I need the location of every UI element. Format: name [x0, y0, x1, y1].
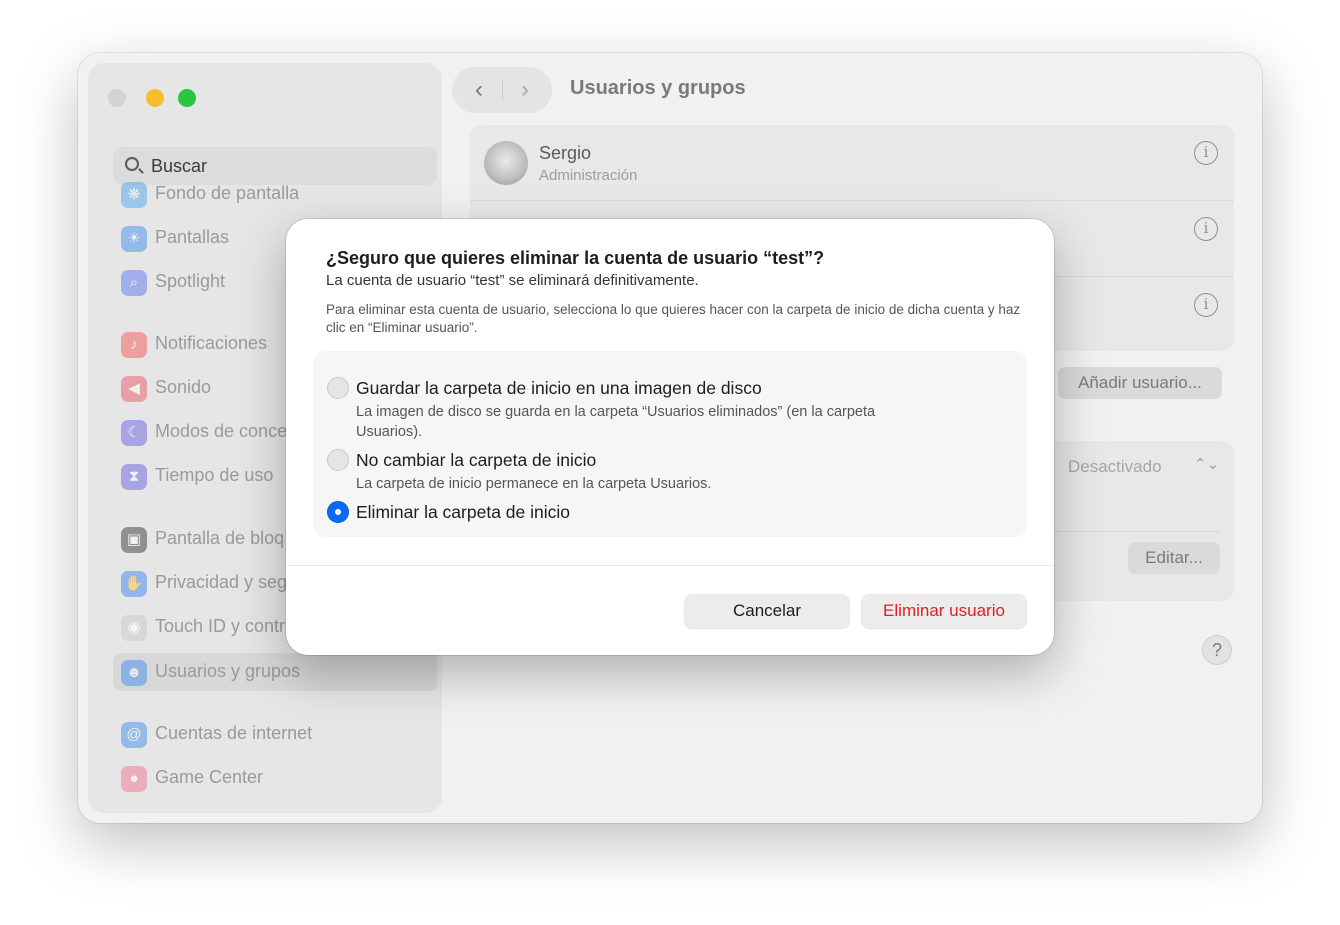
- sidebar-item-label: Spotlight: [155, 271, 226, 291]
- radio-button-selected[interactable]: [327, 501, 349, 523]
- close-button[interactable]: [108, 89, 126, 107]
- dialog-subtitle: La cuenta de usuario “test” se eliminará…: [326, 272, 699, 289]
- sidebar-item-label: Tiempo de uso: [155, 465, 274, 485]
- spotlight-icon: ⌕: [121, 270, 147, 296]
- navigation-buttons: ‹ ›: [452, 67, 552, 113]
- screen-time-icon: ⧗: [121, 464, 147, 490]
- sidebar-item-label: Touch ID y contr: [155, 616, 286, 636]
- sidebar-item-label: Cuentas de internet: [155, 723, 313, 743]
- sidebar-item-label: Game Center: [155, 767, 264, 787]
- user-role: Administración: [539, 167, 638, 184]
- back-chevron-icon[interactable]: ‹: [464, 75, 494, 105]
- info-icon[interactable]: i: [1194, 293, 1218, 317]
- add-user-button[interactable]: Añadir usuario...: [1058, 367, 1222, 399]
- privacy-icon: ✋: [121, 571, 147, 597]
- search-placeholder: Buscar: [151, 156, 208, 176]
- option-label: Eliminar la carpeta de inicio: [356, 502, 570, 522]
- edit-button[interactable]: Editar...: [1128, 542, 1220, 574]
- option-description: La imagen de disco se guarda en la carpe…: [356, 404, 876, 440]
- help-button[interactable]: ?: [1202, 635, 1232, 665]
- game-center-icon: ●: [121, 766, 147, 792]
- display-icon: ☀: [121, 226, 147, 252]
- sidebar-item-label: Privacidad y seg: [155, 572, 288, 592]
- nav-divider: [502, 79, 503, 101]
- sidebar-item-label: Usuarios y grupos: [155, 661, 301, 681]
- zoom-button[interactable]: [178, 89, 196, 107]
- home-folder-options: Guardar la carpeta de inicio en una imag…: [313, 351, 1027, 537]
- option-description: La carpeta de inicio permanece en la car…: [356, 476, 712, 492]
- forward-chevron-icon[interactable]: ›: [510, 75, 540, 105]
- user-row-sergio[interactable]: Sergio Administración i: [470, 125, 1234, 201]
- wallpaper-icon: ❋: [121, 182, 147, 208]
- avatar: [484, 141, 528, 185]
- user-name: Sergio: [539, 143, 592, 163]
- sidebar-item-game-center[interactable]: ● Game Center: [113, 759, 437, 797]
- updown-chevron-icon: ⌃⌄: [1194, 456, 1220, 473]
- info-icon[interactable]: i: [1194, 217, 1218, 241]
- sidebar-item-label: Pantallas: [155, 227, 230, 247]
- sidebar-item-label: Modos de conce: [155, 421, 288, 441]
- dialog-description: Para eliminar esta cuenta de usuario, se…: [326, 302, 1021, 335]
- page-title: Usuarios y grupos: [570, 77, 746, 99]
- sidebar-item-label: Notificaciones: [155, 333, 268, 353]
- option-label: No cambiar la carpeta de inicio: [356, 450, 597, 470]
- sound-icon: ◀: [121, 376, 147, 402]
- minimize-button[interactable]: [146, 89, 164, 107]
- users-groups-icon: ☻: [121, 660, 147, 686]
- cancel-button[interactable]: Cancelar: [684, 594, 850, 628]
- auto-login-popup[interactable]: Desactivado: [1068, 457, 1162, 477]
- radio-button[interactable]: [327, 449, 349, 471]
- delete-user-button[interactable]: Eliminar usuario: [861, 594, 1027, 628]
- sidebar-item-wallpaper[interactable]: ❋ Fondo de pantalla: [113, 175, 437, 213]
- lock-screen-icon: ▣: [121, 527, 147, 553]
- option-label: Guardar la carpeta de inicio en una imag…: [356, 378, 762, 398]
- delete-user-dialog: ¿Seguro que quieres eliminar la cuenta d…: [286, 219, 1054, 655]
- radio-button[interactable]: [327, 377, 349, 399]
- notifications-icon: ♪: [121, 332, 147, 358]
- touch-id-icon: ◉: [121, 615, 147, 641]
- search-icon: [125, 157, 139, 171]
- focus-icon: ☾: [121, 420, 147, 446]
- sidebar-item-users-groups[interactable]: ☻ Usuarios y grupos: [113, 653, 437, 691]
- sidebar-item-internet-accounts[interactable]: @ Cuentas de internet: [113, 715, 437, 753]
- dialog-divider: [286, 565, 1054, 566]
- dialog-title: ¿Seguro que quieres eliminar la cuenta d…: [326, 248, 825, 268]
- sidebar-item-label: Pantalla de bloq: [155, 528, 285, 548]
- internet-accounts-icon: @: [121, 722, 147, 748]
- sidebar-item-label: Fondo de pantalla: [155, 183, 300, 203]
- sidebar-item-label: Sonido: [155, 377, 212, 397]
- info-icon[interactable]: i: [1194, 141, 1218, 165]
